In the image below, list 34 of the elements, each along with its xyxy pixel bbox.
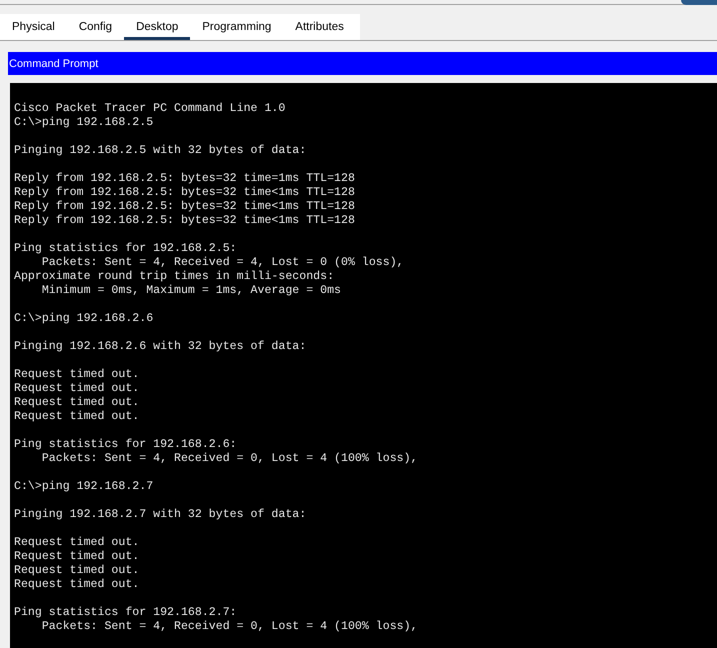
terminal-line: Pinging 192.168.2.7 with 32 bytes of data: [14,508,306,522]
terminal-line: Request timed out. [14,396,140,410]
terminal-line: C:\>ping 192.168.2.6 [14,312,154,326]
terminal-line: Reply from 192.168.2.5: bytes=32 time<1ms TTL=128 [14,200,355,214]
terminal-line: Request timed out. [14,368,140,382]
terminal-line: Ping statistics for 192.168.2.5: [14,242,237,256]
panel-title: Command Prompt [8,52,717,75]
terminal-line: Request timed out. [14,410,140,424]
terminal-line: Reply from 192.168.2.5: bytes=32 time=1ms TTL=128 [14,172,355,186]
terminal-line: Approximate round trip times in milli-seconds: [14,270,334,284]
terminal-line: Packets: Sent = 4, Received = 4, Lost = 0 (0% loss), [40,256,404,270]
terminal-line: Packets: Sent = 4, Received = 0, Lost = 4 (100% loss), [40,452,418,466]
tab[interactable]: Programming [190,14,284,40]
tab[interactable]: Physical [0,14,67,40]
tab[interactable]: Attributes [283,14,356,40]
terminal-line: Request timed out. [14,578,140,592]
terminal-line: Request timed out. [14,382,140,396]
terminal-line: Request timed out. [14,564,140,578]
terminal-line: Reply from 192.168.2.5: bytes=32 time<1ms TTL=128 [14,214,355,228]
terminal-line: Request timed out. [14,550,140,564]
terminal-line: Pinging 192.168.2.6 with 32 bytes of data: [14,340,306,354]
terminal-line: C:\>ping 192.168.2.7 [14,480,154,494]
terminal-line: Request timed out. [14,536,140,550]
terminal-line: Packets: Sent = 4, Received = 0, Lost = 4 (100% loss), [40,620,418,634]
tab[interactable]: Config [66,14,124,40]
terminal-line: Ping statistics for 192.168.2.6: [14,438,237,452]
terminal-line: Minimum = 0ms, Maximum = 1ms, Average = 0ms [40,284,341,298]
terminal-screen[interactable] [10,83,717,648]
terminal-line: Ping statistics for 192.168.2.7: [14,606,237,620]
terminal-line: Cisco Packet Tracer PC Command Line 1.0 [14,102,286,116]
terminal-line: Pinging 192.168.2.5 with 32 bytes of data: [14,144,306,158]
terminal-line: C:\>ping 192.168.2.5 [14,116,154,130]
terminal-line: Reply from 192.168.2.5: bytes=32 time<1ms TTL=128 [14,186,355,200]
window-corner [681,0,717,5]
